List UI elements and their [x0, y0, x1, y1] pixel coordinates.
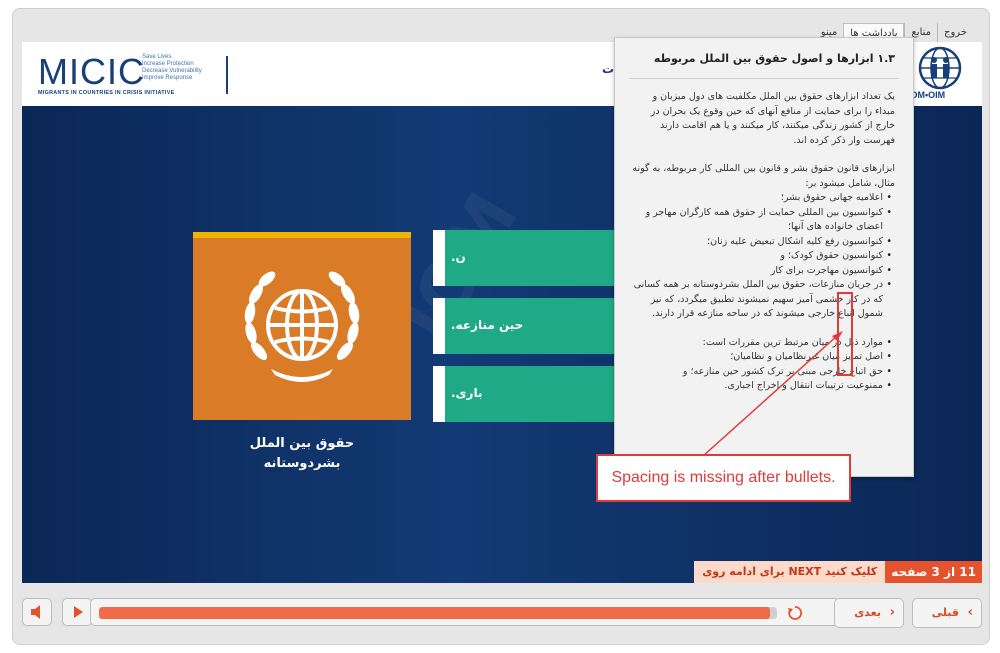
notes-title: ۱.۳ ابزارها و اصول حقوق بین الملل مربوطه — [653, 52, 895, 65]
next-hint: کلیک کنید NEXT برای ادامه روی — [694, 561, 886, 583]
next-button-label: بعدی — [854, 606, 881, 619]
annotation-label: Spacing is missing after bullets. — [596, 454, 851, 502]
chevron-right-icon: › — [967, 605, 973, 620]
notes-list: اعلامیه جهانی حقوق بشر؛ کنوانسیون بین ال… — [631, 191, 895, 394]
progress-fill — [99, 607, 771, 619]
mute-button[interactable] — [22, 598, 52, 626]
play-button[interactable] — [62, 598, 92, 626]
micic-logo-tagline: Save Lives Increase Protection Decrease … — [142, 54, 202, 81]
globe-laurel-icon — [244, 271, 360, 382]
topic-button-label: حین منازعه. — [451, 318, 524, 332]
notes-paragraph: یک تعداد ابزارهای حقوق بین الملل مکلفیت … — [650, 91, 895, 146]
list-item: اعلامیه جهانی حقوق بشر؛ — [631, 191, 892, 206]
micic-logo: MICIC Save Lives Increase Protection Dec… — [38, 52, 228, 98]
replay-button[interactable] — [785, 603, 805, 623]
header-title-fragment: ت — [602, 62, 615, 76]
notes-divider — [629, 78, 899, 79]
topic-card — [193, 232, 411, 420]
list-item: کنوانسیون حقوق کودک؛ و — [631, 249, 892, 264]
topic-card-caption: حقوق بین الملل بشردوستانه — [249, 436, 355, 471]
prev-button[interactable]: قبلی › — [912, 598, 982, 628]
iom-logo: IOM•OIM — [906, 46, 976, 104]
list-item: کنوانسیون مهاجرت برای کار — [631, 264, 892, 279]
prev-button-label: قبلی — [931, 606, 959, 619]
playback-controls: بعدی ‹ قبلی › — [22, 596, 982, 630]
chevron-left-icon: ‹ — [889, 605, 895, 620]
notes-paragraph: ابزارهای قانون حقوق بشر و قانون بین المل… — [632, 163, 895, 189]
header-divider — [226, 56, 228, 94]
next-button[interactable]: بعدی ‹ — [834, 598, 904, 628]
list-item: ممنوعیت ترتیبات انتقال و اخراج اجباری. — [631, 379, 892, 394]
annotation-highlight-box — [837, 292, 853, 376]
micic-logo-main: MICIC — [38, 51, 145, 92]
page-counter: 11 از 3 صفحه — [885, 561, 982, 583]
list-item: کنوانسیون بین المللی حمایت از حقوق همه ک… — [631, 206, 892, 235]
iom-emblem-icon — [918, 46, 962, 90]
notes-popup: ۱.۳ ابزارها و اصول حقوق بین الملل مربوطه… — [614, 37, 914, 477]
list-item: کنوانسیون رفع کلیه اشکال تبعیض علیه زنان… — [631, 235, 892, 250]
play-icon — [74, 606, 83, 618]
topic-button-label: باری. — [451, 386, 483, 400]
progress-track[interactable] — [99, 607, 777, 619]
slide-counter: 11 از 3 صفحه کلیک کنید NEXT برای ادامه ر… — [694, 561, 982, 583]
topic-button-2[interactable]: حین منازعه. — [433, 298, 633, 354]
topic-button-label: ن. — [451, 250, 466, 264]
tab-exit[interactable]: خروج — [937, 23, 973, 43]
topic-button-3[interactable]: باری. — [433, 366, 633, 422]
topic-button-1[interactable]: ن. — [433, 230, 633, 286]
notes-body: یک تعداد ابزارهای حقوق بین الملل مکلفیت … — [631, 90, 895, 394]
speaker-icon — [31, 605, 40, 619]
micic-logo-subtitle: MIGRANTS IN COUNTRIES IN CRISIS INITIATI… — [38, 90, 175, 96]
progress-bar[interactable] — [90, 598, 840, 626]
replay-icon — [788, 606, 803, 620]
